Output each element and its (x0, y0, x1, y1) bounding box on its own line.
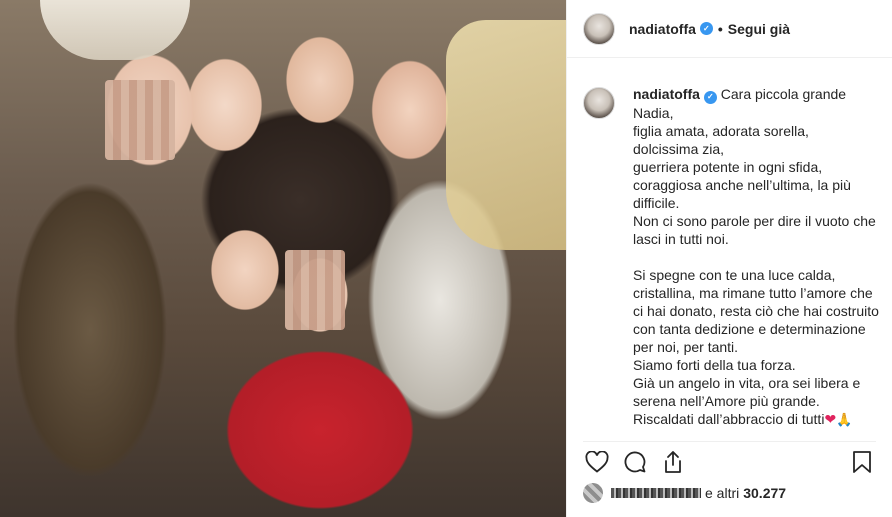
header-user: nadiatoffa ✓ • Segui già (629, 21, 790, 37)
caption-avatar[interactable] (583, 87, 615, 119)
praying-hands-emoji: 🙏 (836, 411, 853, 427)
blurred-face-child (285, 250, 345, 330)
post-side-panel: nadiatoffa ✓ • Segui già nadiatoffa ✓ Car… (566, 0, 892, 517)
username-link[interactable]: nadiatoffa (629, 21, 696, 37)
obscured-username (611, 488, 701, 498)
verified-badge-icon: ✓ (703, 90, 717, 104)
comment-icon[interactable] (621, 448, 649, 476)
and-others-label: e altri (705, 485, 740, 501)
follow-button[interactable]: Segui già (728, 21, 790, 37)
post-photo[interactable] (0, 0, 566, 517)
caption: nadiatoffa ✓ Cara piccola grande Nadia, f… (583, 85, 884, 435)
likes-count[interactable]: 30.277 (743, 485, 786, 501)
action-bar (583, 441, 876, 481)
share-icon[interactable] (659, 448, 687, 476)
likes-summary: e altri 30.277 (583, 482, 876, 504)
cushion (446, 20, 566, 250)
post-header: nadiatoffa ✓ • Segui già (567, 0, 892, 58)
liker-avatar[interactable] (583, 483, 603, 503)
verified-badge-icon: ✓ (699, 22, 713, 35)
heart-emoji: ❤ (824, 410, 837, 427)
caption-text: Cara piccola grande Nadia, figlia amata,… (633, 86, 879, 427)
bookmark-icon[interactable] (848, 448, 876, 476)
caption-body: nadiatoffa ✓ Cara piccola grande Nadia, f… (633, 85, 884, 435)
blurred-face-left (105, 80, 175, 160)
heart-icon[interactable] (583, 448, 611, 476)
separator-dot: • (717, 20, 723, 37)
caption-username-link[interactable]: nadiatoffa (633, 86, 700, 102)
lamp-shade (40, 0, 190, 60)
avatar[interactable] (583, 12, 615, 45)
